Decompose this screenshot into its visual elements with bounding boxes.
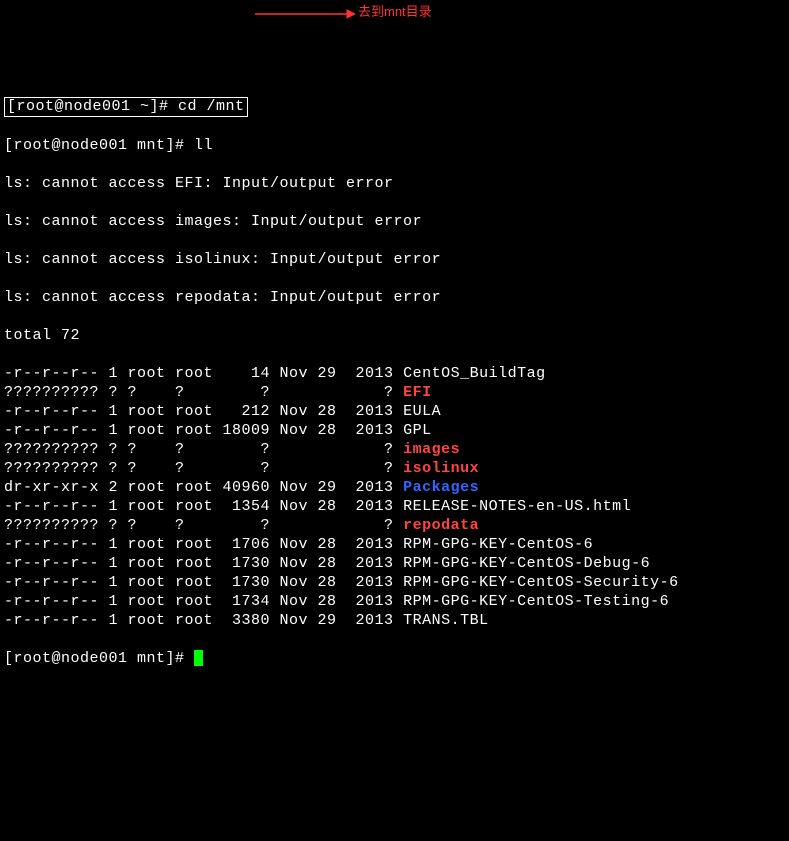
file-name: GPL	[403, 422, 432, 439]
prompt-line-3: [root@node001 mnt]#	[4, 649, 785, 668]
prompt-text: [root@node001 ~]#	[7, 98, 178, 115]
prompt-text: [root@node001 mnt]#	[4, 650, 194, 667]
file-meta: -r--r--r-- 1 root root 1730 Nov 28 2013	[4, 574, 403, 591]
list-row: -r--r--r-- 1 root root 18009 Nov 28 2013…	[4, 421, 785, 440]
file-name: EULA	[403, 403, 441, 420]
file-meta: -r--r--r-- 1 root root 1734 Nov 28 2013	[4, 593, 403, 610]
prompt-text: [root@node001 mnt]#	[4, 137, 194, 154]
file-meta: -r--r--r-- 1 root root 18009 Nov 28 2013	[4, 422, 403, 439]
file-name: repodata	[403, 517, 479, 534]
list-row: ?????????? ? ? ? ? ? repodata	[4, 516, 785, 535]
file-name: RPM-GPG-KEY-CentOS-6	[403, 536, 593, 553]
error-line: ls: cannot access repodata: Input/output…	[4, 288, 785, 307]
file-meta: -r--r--r-- 1 root root 1706 Nov 28 2013	[4, 536, 403, 553]
list-row: dr-xr-xr-x 2 root root 40960 Nov 29 2013…	[4, 478, 785, 497]
file-name: TRANS.TBL	[403, 612, 489, 629]
file-meta: -r--r--r-- 1 root root 1354 Nov 28 2013	[4, 498, 403, 515]
file-meta: ?????????? ? ? ? ? ?	[4, 460, 403, 477]
file-name: RELEASE-NOTES-en-US.html	[403, 498, 631, 515]
file-meta: -r--r--r-- 1 root root 1730 Nov 28 2013	[4, 555, 403, 572]
list-row: -r--r--r-- 1 root root 1730 Nov 28 2013 …	[4, 573, 785, 592]
list-row: -r--r--r-- 1 root root 14 Nov 29 2013 Ce…	[4, 364, 785, 383]
error-line: ls: cannot access images: Input/output e…	[4, 212, 785, 231]
list-row: ?????????? ? ? ? ? ? EFI	[4, 383, 785, 402]
file-meta: ?????????? ? ? ? ? ?	[4, 441, 403, 458]
cursor	[194, 650, 203, 666]
command-2: ll	[194, 137, 213, 154]
file-name: EFI	[403, 384, 432, 401]
list-row: ?????????? ? ? ? ? ? isolinux	[4, 459, 785, 478]
error-line: ls: cannot access EFI: Input/output erro…	[4, 174, 785, 193]
list-row: -r--r--r-- 1 root root 3380 Nov 29 2013 …	[4, 611, 785, 630]
arrow-icon	[255, 8, 355, 20]
terminal-output[interactable]: [root@node001 ~]# cd /mnt [root@node001 …	[0, 76, 789, 689]
file-name: isolinux	[403, 460, 479, 477]
file-name: RPM-GPG-KEY-CentOS-Debug-6	[403, 555, 650, 572]
list-row: ?????????? ? ? ? ? ? images	[4, 440, 785, 459]
file-meta: dr-xr-xr-x 2 root root 40960 Nov 29 2013	[4, 479, 403, 496]
file-listing: -r--r--r-- 1 root root 14 Nov 29 2013 Ce…	[4, 364, 785, 630]
file-name: RPM-GPG-KEY-CentOS-Testing-6	[403, 593, 669, 610]
prompt-line-1: [root@node001 ~]# cd /mnt	[4, 97, 785, 117]
list-row: -r--r--r-- 1 root root 1706 Nov 28 2013 …	[4, 535, 785, 554]
list-row: -r--r--r-- 1 root root 1734 Nov 28 2013 …	[4, 592, 785, 611]
file-meta: ?????????? ? ? ? ? ?	[4, 384, 403, 401]
prompt-line-2: [root@node001 mnt]# ll	[4, 136, 785, 155]
file-name: CentOS_BuildTag	[403, 365, 546, 382]
list-row: -r--r--r-- 1 root root 212 Nov 28 2013 E…	[4, 402, 785, 421]
file-meta: -r--r--r-- 1 root root 3380 Nov 29 2013	[4, 612, 403, 629]
file-meta: ?????????? ? ? ? ? ?	[4, 517, 403, 534]
command-1: cd /mnt	[178, 98, 245, 115]
error-line: ls: cannot access isolinux: Input/output…	[4, 250, 785, 269]
file-meta: -r--r--r-- 1 root root 212 Nov 28 2013	[4, 403, 403, 420]
file-name: images	[403, 441, 460, 458]
total-line: total 72	[4, 326, 785, 345]
annotation-text: 去到mnt目录	[358, 2, 432, 21]
file-name: Packages	[403, 479, 479, 496]
list-row: -r--r--r-- 1 root root 1730 Nov 28 2013 …	[4, 554, 785, 573]
file-meta: -r--r--r-- 1 root root 14 Nov 29 2013	[4, 365, 403, 382]
file-name: RPM-GPG-KEY-CentOS-Security-6	[403, 574, 679, 591]
